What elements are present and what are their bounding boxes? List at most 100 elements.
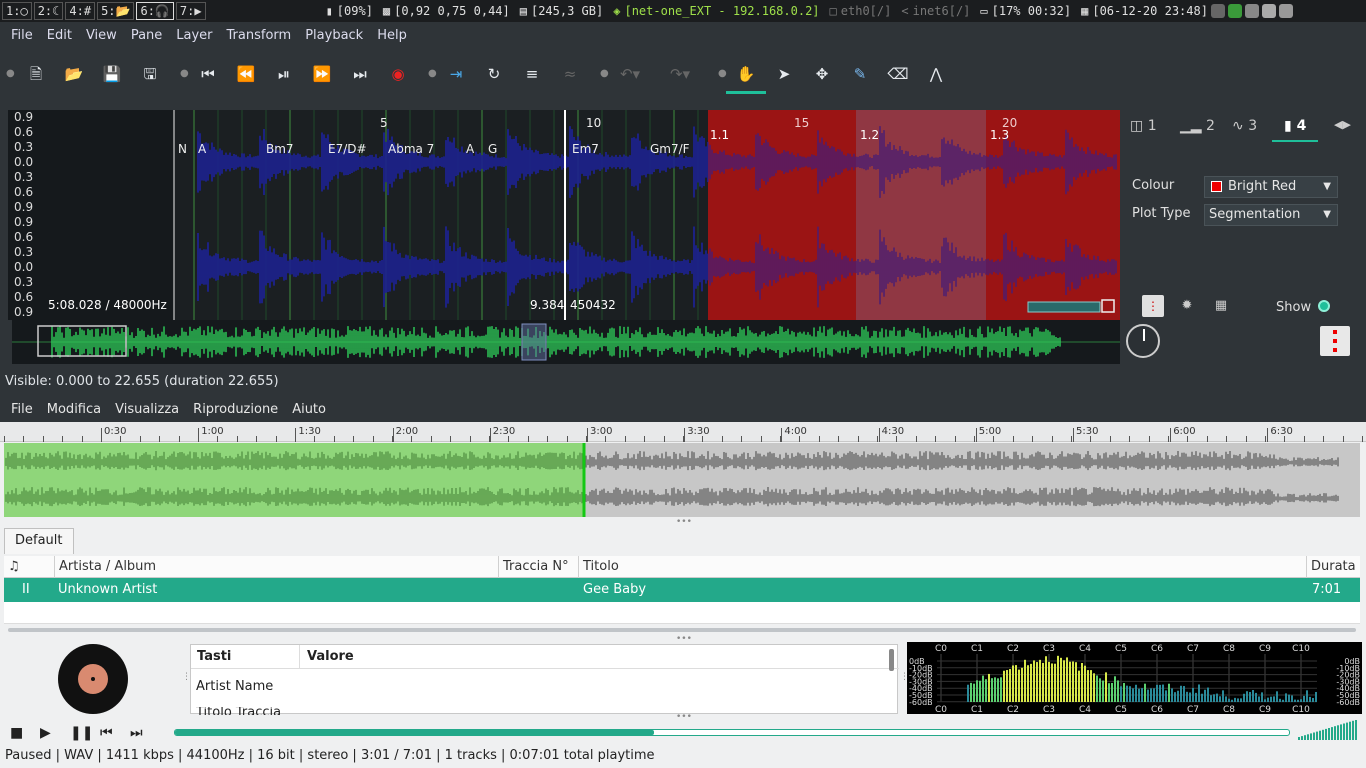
menu-file[interactable]: File [4,402,40,417]
y-tick-label: 0.6 [14,230,34,244]
timeline-tick-label: 1:00 [201,426,224,437]
tab-layer-2[interactable]: ▁▂ 2 [1180,118,1215,134]
workspace-1[interactable]: 1: ◯ [2,2,32,20]
col-duration[interactable]: Durata [1306,556,1360,578]
mail-tray-icon[interactable] [1278,4,1293,18]
col-artist[interactable]: Artista / Album [54,556,498,578]
previous-track-icon[interactable]: ⏮ [100,725,113,741]
erase-icon[interactable]: ⌫ [886,62,910,86]
menu-aiuto[interactable]: Aiuto [285,402,333,417]
overview-pane[interactable] [12,320,1120,364]
record-icon[interactable]: ◉ [386,62,410,86]
align-icon[interactable]: ≈ [558,62,582,86]
paperclip-icon[interactable] [1210,4,1225,18]
new-file-icon[interactable]: 🗎 [24,62,48,86]
menu-edit[interactable]: Edit [40,28,79,43]
workspace-7[interactable]: 7: ▶ [175,2,206,20]
splitter-handle[interactable]: ••• [676,517,692,527]
piano-icon[interactable]: ▦ [1210,295,1232,317]
waveform-canvas[interactable] [8,110,1120,320]
volume-slider[interactable] [1298,720,1362,742]
save-icon[interactable]: 💾 [100,62,124,86]
y-tick-label: 0.9 [14,305,34,319]
plot-type-select[interactable]: Segmentation ▼ [1204,204,1338,226]
seek-slider[interactable] [174,729,1290,736]
splitter-handle[interactable]: ••• [676,712,692,722]
menu-transform[interactable]: Transform [220,28,299,43]
track-waveform[interactable] [4,443,1360,517]
redo-icon[interactable]: ↷▾ [668,62,692,86]
workspace-6[interactable]: 6: 🎧 [136,2,174,20]
select-icon[interactable]: ➤ [772,62,796,86]
menu-view[interactable]: View [79,28,124,43]
zoom-thumbwheel[interactable] [1027,301,1101,313]
save-as-icon[interactable]: 🖫 [138,62,162,86]
spectrum-note-label: C1 [971,705,983,714]
plot-type-label: Plot Type [1132,206,1191,221]
menu-file[interactable]: File [4,28,40,43]
show-label: Show [1276,300,1312,315]
play-tray-icon[interactable] [1227,4,1242,18]
cursor-frame-readout: 450432 [570,298,616,312]
play-selection-icon[interactable]: ⇥ [444,62,468,86]
loop-icon[interactable]: ↻ [482,62,506,86]
draw-icon[interactable]: ✎ [848,62,872,86]
network-tray-icon[interactable] [1261,4,1276,18]
stop-icon[interactable]: ■ [10,725,23,741]
col-title[interactable]: Titolo [578,556,1306,578]
fast-forward-icon[interactable]: ⏩ [310,62,334,86]
play-audio-icon[interactable]: ✹ [1176,295,1198,317]
info-col-key[interactable]: Tasti [197,649,231,664]
solo-icon[interactable]: ≡ [520,62,544,86]
menu-help[interactable]: Help [370,28,414,43]
tab-layer-4[interactable]: ▮ 4 [1284,118,1306,134]
col-track-number[interactable]: Traccia N° [498,556,578,578]
menu-layer[interactable]: Layer [169,28,219,43]
playlist-row[interactable]: II Unknown Artist Gee Baby 7:01 [4,578,1360,602]
tab-layer-1[interactable]: ◫ 1 [1130,118,1157,134]
info-col-value[interactable]: Valore [307,649,354,664]
menu-playback[interactable]: Playback [298,28,370,43]
menu-pane[interactable]: Pane [124,28,169,43]
pause-icon[interactable]: ❚❚ [70,725,93,741]
workspace-5[interactable]: 5: 📂 [97,2,135,20]
timeline-tick-label: 2:00 [395,426,419,437]
open-folder-icon[interactable]: 📂 [62,62,86,86]
playlist-scrollbar[interactable] [8,628,1356,632]
rewind-start-icon[interactable]: ⏮ [196,62,220,86]
menu-modifica[interactable]: Modifica [40,402,108,417]
layer-color-icon[interactable]: ⋮ [1142,295,1164,317]
timeline-ruler[interactable]: 0:30 1:00 1:30 2:00 2:30 3:00 3:30 4:00 4:30 5:00… [0,422,1366,442]
timeline-tick [878,428,880,442]
spectrum-note-label: C10 [1292,705,1310,714]
playlist-tab-default[interactable]: Default [4,528,74,554]
next-track-icon[interactable]: ⏭ [130,725,143,741]
workspace-2[interactable]: 2: ☾ [33,2,64,20]
menu-visualizza[interactable]: Visualizza [108,402,186,417]
play-pause-icon[interactable]: ⏯ [272,62,296,86]
show-toggle[interactable] [1318,300,1330,312]
waveform-pane[interactable]: 0.9 0.6 0.3 0.0 0.3 0.6 0.9 0.9 0.6 0.3 … [8,110,1120,320]
playlist-empty-area[interactable] [4,602,1360,624]
shield-icon[interactable] [1244,4,1259,18]
workspace-4[interactable]: 4:# [65,2,96,20]
col-now-playing[interactable]: ♫ [4,556,54,578]
y-tick-label: 0.9 [14,110,34,124]
cursor-time-readout: 9.384 [530,298,565,312]
play-icon[interactable]: ▶ [40,725,51,741]
layer-property-panel: ◫ 1 ▁▂ 2 ∿ 3 ▮ 4 ◀▶ Colour Bright Red ▼ P… [1122,110,1358,360]
splitter-handle[interactable]: ••• [676,634,692,644]
navigate-icon[interactable]: ✋ [726,62,766,94]
tab-scroll-icon[interactable]: ◀▶ [1334,118,1351,131]
forward-end-icon[interactable]: ⏭ [348,62,372,86]
menu-riproduzione[interactable]: Riproduzione [186,402,285,417]
measure-icon[interactable]: ⋀ [924,62,948,86]
info-scrollbar[interactable] [889,649,894,671]
tab-layer-3[interactable]: ∿ 3 [1232,118,1257,134]
undo-icon[interactable]: ↶▾ [618,62,642,86]
overview-selection[interactable] [521,323,547,361]
move-icon[interactable]: ✥ [810,62,834,86]
colour-select[interactable]: Bright Red ▼ [1204,176,1338,198]
rewind-icon[interactable]: ⏪ [234,62,258,86]
ethernet-icon: □ [829,4,837,18]
